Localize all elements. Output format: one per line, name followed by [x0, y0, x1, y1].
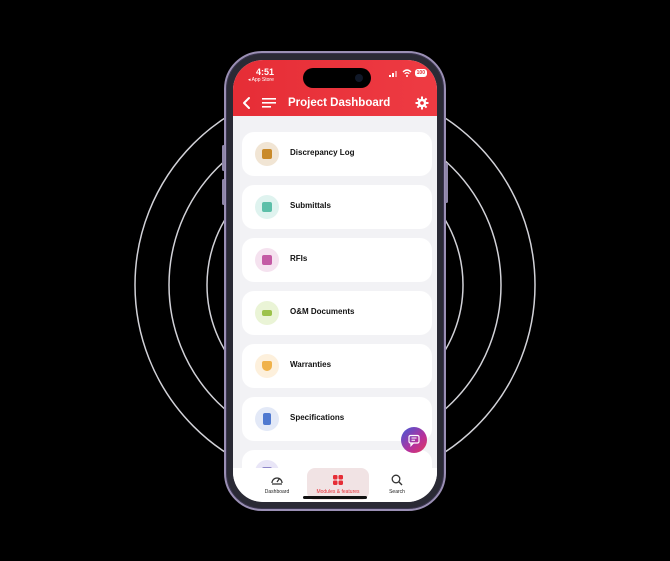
dynamic-island	[303, 68, 371, 88]
tab-label: Modules & features	[316, 489, 360, 495]
module-label: Warranties	[290, 360, 332, 369]
camera-icon	[355, 74, 363, 82]
phone-frame: 4:51 ◂ App Store 100 Project Dashboard D…	[222, 51, 448, 511]
menu-icon[interactable]	[262, 98, 276, 108]
power-button	[445, 163, 448, 203]
module-label: Discrepancy Log	[290, 148, 355, 157]
clipboard-icon	[255, 142, 279, 166]
app-header: 4:51 ◂ App Store 100 Project Dashboard	[233, 60, 437, 116]
module-card-discrepancy-log[interactable]: Discrepancy Log	[242, 132, 432, 176]
status-icons: 100	[388, 68, 427, 78]
tab-dashboard[interactable]: Dashboard	[245, 468, 309, 500]
module-label: O&M Documents	[290, 307, 355, 316]
volume-button	[222, 179, 225, 205]
tab-search[interactable]: Search	[367, 468, 427, 500]
shield-icon	[255, 354, 279, 378]
app-screen: 4:51 ◂ App Store 100 Project Dashboard D…	[233, 60, 437, 502]
chat-button[interactable]	[401, 427, 427, 453]
module-label: Specifications	[290, 413, 345, 422]
volume-button	[222, 145, 225, 171]
home-indicator	[303, 496, 367, 499]
tab-label: Dashboard	[264, 489, 290, 495]
module-card-submittals[interactable]: Submittals	[242, 185, 432, 229]
tab-label: Search	[389, 489, 405, 495]
specs-icon	[255, 407, 279, 431]
back-to-app-link[interactable]: ◂ App Store	[248, 77, 274, 83]
module-card-rfis[interactable]: RFIs	[242, 238, 432, 282]
page-title: Project Dashboard	[288, 97, 391, 109]
document-icon	[255, 195, 279, 219]
gear-icon[interactable]	[415, 96, 429, 110]
module-card-warranties[interactable]: Warranties	[242, 344, 432, 388]
module-label: RFIs	[290, 254, 308, 263]
module-card-om-documents[interactable]: O&M Documents	[242, 291, 432, 335]
header-nav: Project Dashboard	[233, 94, 437, 112]
module-label: Submittals	[290, 201, 331, 210]
signal-icon	[388, 71, 397, 77]
gauge-icon	[271, 477, 283, 485]
back-arrow-icon[interactable]	[240, 96, 254, 110]
battery-indicator: 100	[414, 69, 427, 77]
folder-icon	[255, 301, 279, 325]
chat-icon	[408, 434, 420, 447]
grid-icon	[333, 475, 343, 485]
search-icon	[391, 474, 403, 486]
wifi-icon	[402, 69, 412, 77]
question-icon	[255, 248, 279, 272]
status-time: 4:51	[256, 67, 275, 77]
